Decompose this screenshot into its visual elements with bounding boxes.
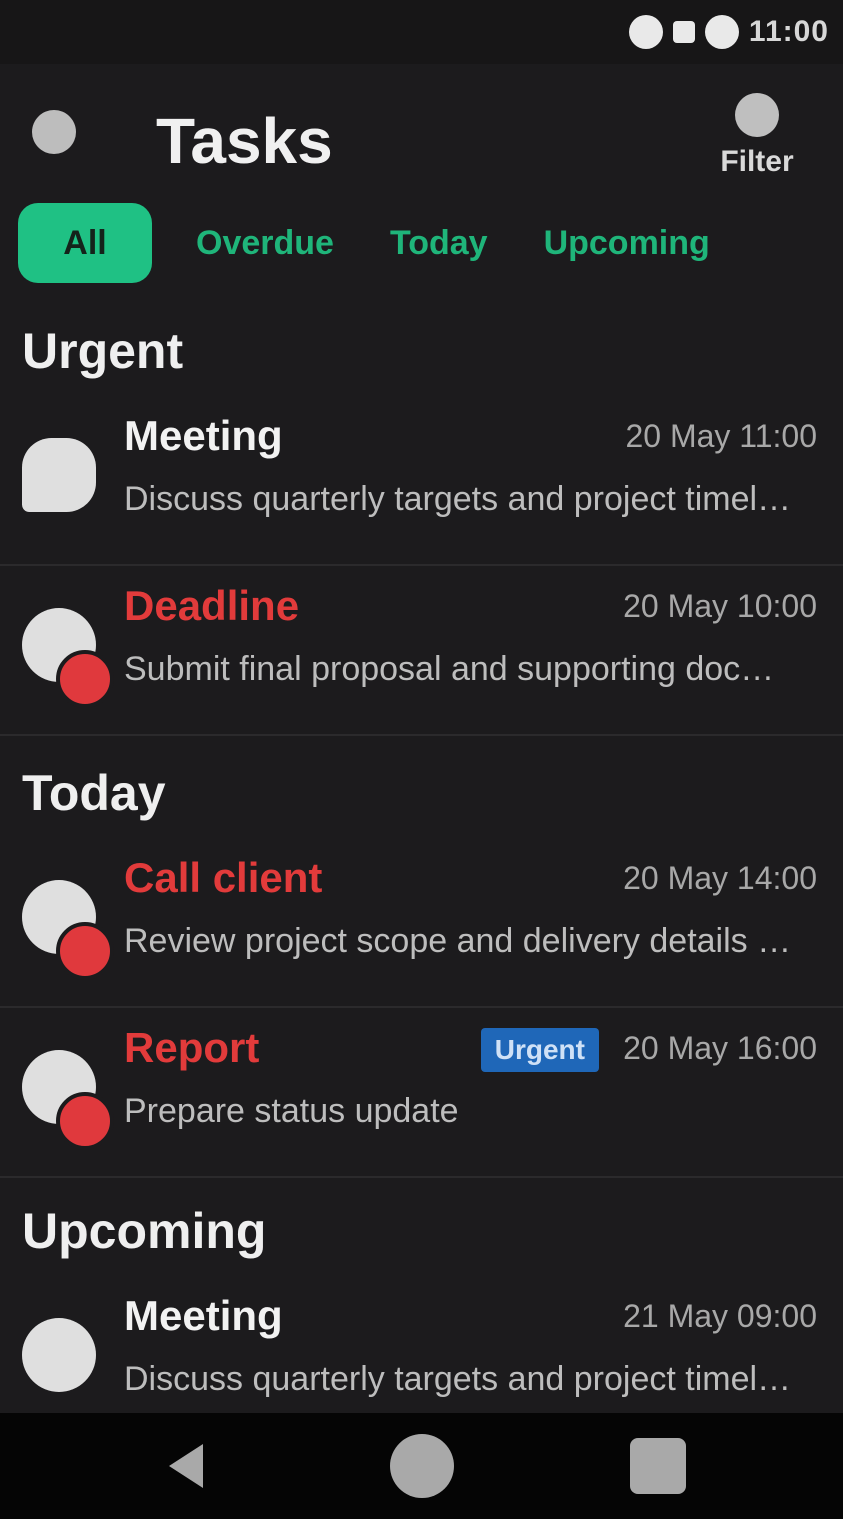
- item-time: 20 May 16:00: [623, 1030, 817, 1066]
- item-subtitle: Review project scope and delivery detail…: [124, 922, 793, 960]
- item-subtitle: Discuss quarterly targets and project ti…: [124, 480, 793, 518]
- recents-icon: [629, 1438, 686, 1494]
- list-item[interactable]: Call client 20 May 14:00 Review project …: [0, 838, 843, 1008]
- list-item[interactable]: Meeting 20 May 11:00 Discuss quarterly t…: [0, 396, 843, 566]
- item-title: Call client: [124, 854, 323, 901]
- tab-overdue[interactable]: Overdue: [184, 203, 346, 283]
- home-icon: [389, 1434, 454, 1498]
- home-button[interactable]: [384, 1428, 460, 1504]
- item-title: Meeting: [124, 412, 283, 459]
- list-item[interactable]: Report Urgent 20 May 16:00 Prepare statu…: [0, 1008, 843, 1178]
- back-icon: [168, 1444, 203, 1488]
- status-bar: 11:00: [0, 0, 843, 64]
- section-title-urgent: Urgent: [22, 323, 184, 379]
- tab-all[interactable]: All: [18, 203, 152, 283]
- filter-icon: [735, 93, 779, 137]
- item-time: 20 May 11:00: [625, 418, 817, 454]
- section-title-upcoming: Upcoming: [22, 1203, 267, 1259]
- app-header: Tasks Filter: [0, 64, 843, 190]
- item-subtitle: Submit final proposal and supporting doc…: [124, 650, 793, 688]
- alert-badge-icon: [56, 1092, 114, 1150]
- item-title: Deadline: [124, 582, 300, 629]
- status-badge: Urgent: [480, 1028, 599, 1072]
- signal-icon: [672, 21, 695, 43]
- item-time: 20 May 10:00: [623, 588, 817, 624]
- menu-button[interactable]: [22, 100, 86, 164]
- tab-upcoming[interactable]: Upcoming: [532, 203, 722, 283]
- item-subtitle: Discuss quarterly targets and project ti…: [124, 1360, 793, 1398]
- section-title-today: Today: [22, 765, 166, 821]
- chat-icon: [22, 438, 96, 512]
- back-button[interactable]: [148, 1428, 224, 1504]
- item-title: Report: [124, 1024, 260, 1071]
- item-time: 20 May 14:00: [623, 860, 817, 896]
- page-title: Tasks: [156, 105, 333, 177]
- notification-icon: [628, 15, 663, 49]
- status-icons: 11:00: [628, 10, 829, 54]
- battery-icon: [704, 15, 739, 49]
- item-title: Meeting: [124, 1292, 283, 1339]
- filter-label: Filter: [720, 145, 794, 178]
- system-nav-bar: [0, 1413, 843, 1519]
- filter-button[interactable]: Filter: [701, 86, 813, 186]
- item-time: 21 May 09:00: [623, 1298, 817, 1334]
- alert-badge-icon: [56, 922, 114, 980]
- recents-button[interactable]: [620, 1428, 696, 1504]
- item-subtitle: Prepare status update: [124, 1092, 459, 1130]
- tab-today[interactable]: Today: [378, 203, 500, 283]
- avatar: [22, 1318, 96, 1392]
- filter-tabs: All Overdue Today Upcoming: [18, 200, 843, 286]
- list-item[interactable]: Deadline 20 May 10:00 Submit final propo…: [0, 566, 843, 736]
- alert-badge-icon: [56, 650, 114, 708]
- status-time: 11:00: [748, 15, 829, 48]
- menu-icon: [32, 110, 76, 154]
